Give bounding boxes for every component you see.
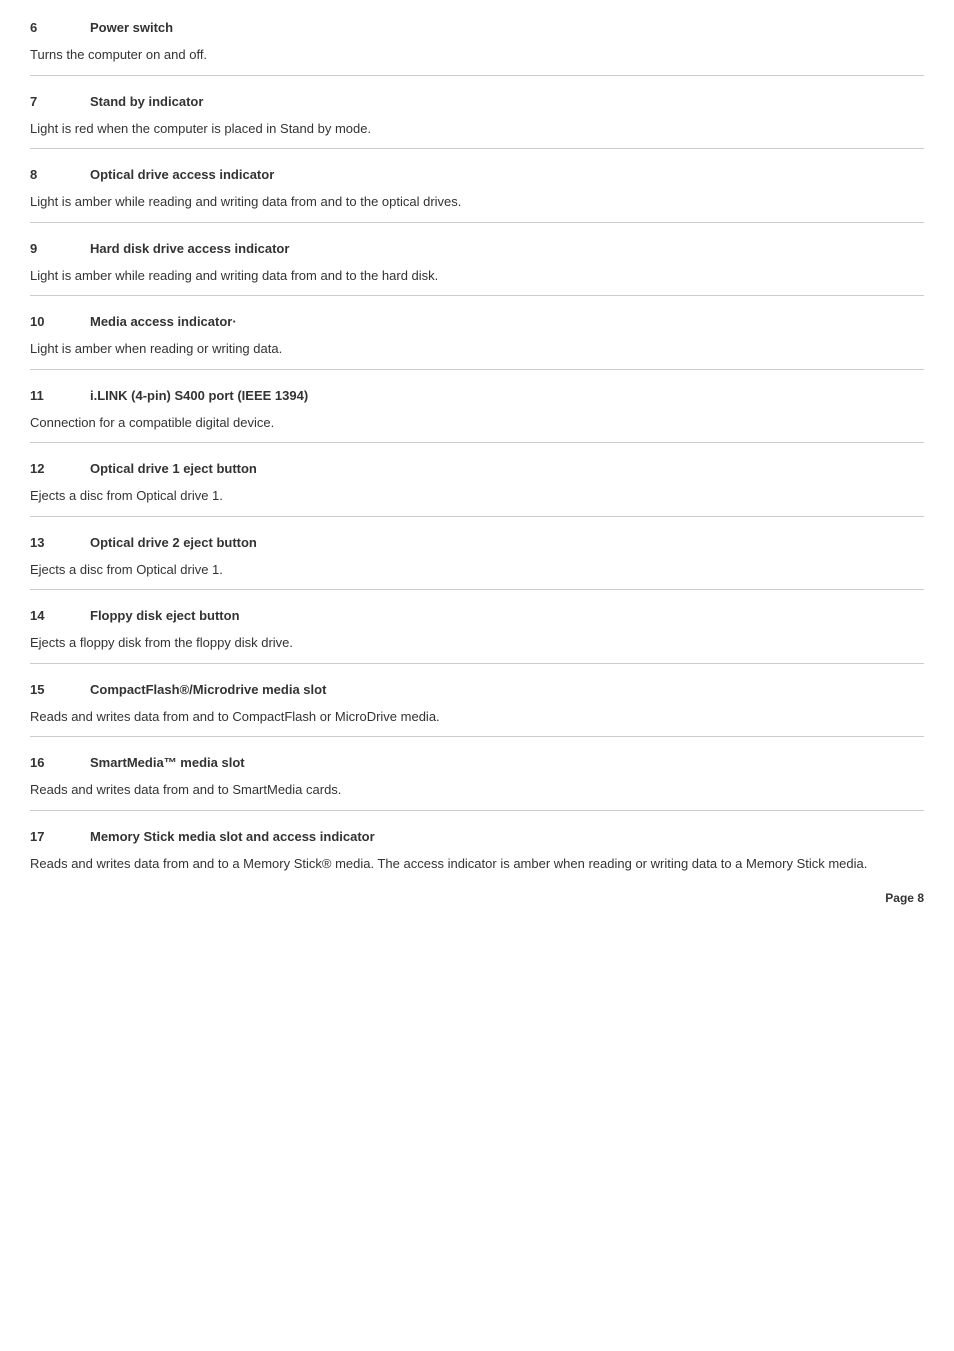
section-divider: [30, 810, 924, 811]
entry-7-header: 7Stand by indicator: [30, 94, 924, 109]
section-divider: [30, 516, 924, 517]
section-divider: [30, 148, 924, 149]
entry-10-description: Light is amber when reading or writing d…: [30, 339, 924, 359]
entry-13: 13Optical drive 2 eject button Ejects a d…: [30, 535, 924, 591]
entry-15-description: Reads and writes data from and to Compac…: [30, 707, 924, 727]
entry-17-title: Memory Stick media slot and access indic…: [90, 829, 375, 844]
entry-8: 8Optical drive access indicator Light is …: [30, 167, 924, 223]
section-divider: [30, 75, 924, 76]
entry-11-header: 11i.LINK (4-pin) S400 port (IEEE 1394): [30, 388, 924, 403]
entry-9-title: Hard disk drive access indicator: [90, 241, 289, 256]
section-divider: [30, 222, 924, 223]
entry-10: 10Media access indicator· Light is amber …: [30, 314, 924, 370]
entry-13-description: Ejects a disc from Optical drive 1.: [30, 560, 924, 580]
entry-16-number: 16: [30, 755, 90, 770]
entry-7-title: Stand by indicator: [90, 94, 203, 109]
entry-6-description: Turns the computer on and off.: [30, 45, 924, 65]
entry-12-header: 12Optical drive 1 eject button: [30, 461, 924, 476]
section-divider: [30, 295, 924, 296]
entry-17-number: 17: [30, 829, 90, 844]
entry-10-number: 10: [30, 314, 90, 329]
entry-10-header: 10Media access indicator·: [30, 314, 924, 329]
entry-16-header: 16SmartMedia™ media slot: [30, 755, 924, 770]
entry-8-number: 8: [30, 167, 90, 182]
entry-17-header: 17Memory Stick media slot and access ind…: [30, 829, 924, 844]
entry-6: 6Power switch Turns the computer on and o…: [30, 20, 924, 76]
entry-6-title: Power switch: [90, 20, 173, 35]
entry-15-title: CompactFlash®/Microdrive media slot: [90, 682, 326, 697]
entry-16-title: SmartMedia™ media slot: [90, 755, 245, 770]
entry-15-header: 15CompactFlash®/Microdrive media slot: [30, 682, 924, 697]
entry-14-title: Floppy disk eject button: [90, 608, 240, 623]
entry-14-header: 14Floppy disk eject button: [30, 608, 924, 623]
entry-11: 11i.LINK (4-pin) S400 port (IEEE 1394) Co…: [30, 388, 924, 444]
entry-6-header: 6Power switch: [30, 20, 924, 35]
section-divider: [30, 663, 924, 664]
entry-17: 17Memory Stick media slot and access ind…: [30, 829, 924, 874]
section-divider: [30, 442, 924, 443]
entry-9-description: Light is amber while reading and writing…: [30, 266, 924, 286]
entry-12: 12Optical drive 1 eject button Ejects a d…: [30, 461, 924, 517]
entry-14-description: Ejects a floppy disk from the floppy dis…: [30, 633, 924, 653]
section-divider: [30, 589, 924, 590]
entry-13-title: Optical drive 2 eject button: [90, 535, 257, 550]
entry-7: 7Stand by indicator Light is red when the…: [30, 94, 924, 150]
page-footer: Page 8: [30, 891, 924, 905]
entry-8-title: Optical drive access indicator: [90, 167, 274, 182]
entry-14: 14Floppy disk eject button Ejects a flopp…: [30, 608, 924, 664]
entry-15: 15CompactFlash®/Microdrive media slot Rea…: [30, 682, 924, 738]
page-number: Page 8: [885, 891, 924, 905]
section-divider: [30, 736, 924, 737]
entry-17-description: Reads and writes data from and to a Memo…: [30, 854, 924, 874]
entry-16: 16SmartMedia™ media slot Reads and writes…: [30, 755, 924, 811]
entry-6-number: 6: [30, 20, 90, 35]
entry-11-title: i.LINK (4-pin) S400 port (IEEE 1394): [90, 388, 308, 403]
entry-9-header: 9Hard disk drive access indicator: [30, 241, 924, 256]
entry-12-number: 12: [30, 461, 90, 476]
entry-7-description: Light is red when the computer is placed…: [30, 119, 924, 139]
entry-14-number: 14: [30, 608, 90, 623]
entry-8-header: 8Optical drive access indicator: [30, 167, 924, 182]
entry-7-number: 7: [30, 94, 90, 109]
page-content: 6Power switch Turns the computer on and o…: [30, 20, 924, 905]
entry-11-description: Connection for a compatible digital devi…: [30, 413, 924, 433]
entry-9: 9Hard disk drive access indicator Light i…: [30, 241, 924, 297]
entry-12-description: Ejects a disc from Optical drive 1.: [30, 486, 924, 506]
entry-9-number: 9: [30, 241, 90, 256]
entry-8-description: Light is amber while reading and writing…: [30, 192, 924, 212]
entry-13-header: 13Optical drive 2 eject button: [30, 535, 924, 550]
entry-12-title: Optical drive 1 eject button: [90, 461, 257, 476]
entry-13-number: 13: [30, 535, 90, 550]
entry-11-number: 11: [30, 388, 90, 403]
section-divider: [30, 369, 924, 370]
entry-15-number: 15: [30, 682, 90, 697]
entry-16-description: Reads and writes data from and to SmartM…: [30, 780, 924, 800]
entry-10-title: Media access indicator·: [90, 314, 237, 329]
